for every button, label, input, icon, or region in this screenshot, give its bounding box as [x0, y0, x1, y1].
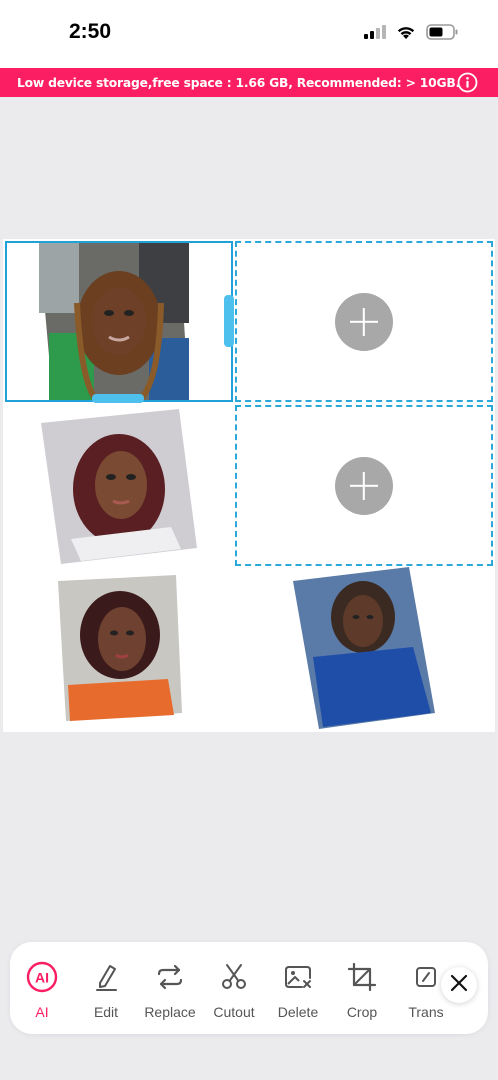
- tool-label: Crop: [346, 1004, 378, 1020]
- delete-image-icon: [282, 961, 314, 993]
- tool-crop[interactable]: Crop: [330, 942, 394, 1034]
- replace-icon: [154, 961, 186, 993]
- tool-replace[interactable]: Replace: [138, 942, 202, 1034]
- pen-icon: [90, 961, 122, 993]
- resize-handle-bottom[interactable]: [92, 394, 144, 403]
- scissors-icon: [218, 961, 250, 993]
- crop-icon: [346, 961, 378, 993]
- info-icon[interactable]: [457, 72, 478, 93]
- ai-icon: AI: [26, 961, 58, 993]
- tool-label: Edit: [93, 1004, 119, 1020]
- battery-icon: [426, 24, 458, 45]
- transform-icon: [410, 961, 442, 993]
- tool-label: Trans: [408, 1004, 444, 1020]
- resize-handle-right[interactable]: [224, 295, 234, 347]
- tool-delete[interactable]: Delete: [266, 942, 330, 1034]
- tool-label: Replace: [144, 1004, 196, 1020]
- wifi-icon: [396, 25, 416, 45]
- tool-ai[interactable]: AI AI: [10, 942, 74, 1034]
- photo-4[interactable]: [293, 567, 435, 729]
- add-photo-slot-1[interactable]: [235, 241, 493, 402]
- status-icons: [364, 24, 458, 45]
- close-button[interactable]: [441, 967, 477, 1003]
- status-bar: 2:50: [0, 0, 498, 68]
- photo-2[interactable]: [41, 409, 197, 564]
- close-icon: [450, 974, 468, 997]
- tool-label: Cutout: [213, 1004, 255, 1020]
- cellular-signal-icon: [364, 25, 386, 44]
- tool-label: AI: [35, 1004, 49, 1020]
- tool-edit[interactable]: Edit: [74, 942, 138, 1034]
- tool-cutout[interactable]: Cutout: [202, 942, 266, 1034]
- tool-label: Delete: [277, 1004, 319, 1020]
- storage-warning-banner: Low device storage,free space : 1.66 GB,…: [0, 68, 498, 97]
- plus-icon[interactable]: [335, 456, 393, 515]
- photo-3[interactable]: [58, 575, 182, 721]
- storage-warning-text: Low device storage,free space : 1.66 GB,…: [17, 75, 461, 90]
- add-photo-slot-2[interactable]: [235, 405, 493, 566]
- status-time: 2:50: [69, 20, 112, 43]
- plus-icon[interactable]: [335, 292, 393, 351]
- bottom-toolbar: AI AI Edit Replace Cutout Delete Crop Tr…: [10, 942, 488, 1034]
- collage-canvas[interactable]: [3, 239, 495, 732]
- selection-frame: [5, 241, 233, 402]
- svg-text:AI: AI: [35, 970, 49, 986]
